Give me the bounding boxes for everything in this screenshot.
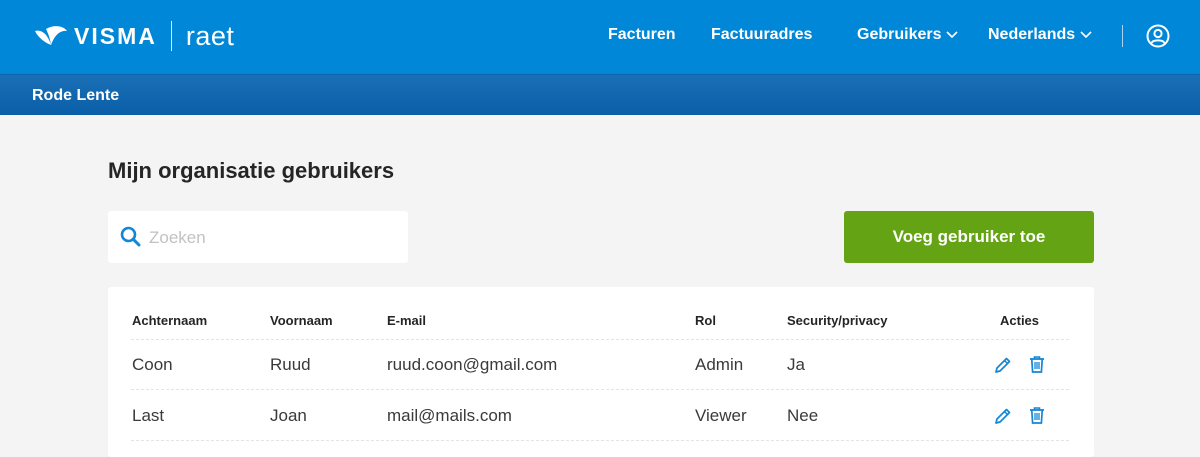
chevron-down-icon [1080,31,1092,39]
pencil-icon[interactable] [994,407,1012,425]
cell-security: Ja [787,355,805,374]
user-circle-icon[interactable] [1146,24,1170,48]
logo-product-text: raet [185,20,235,51]
nav-gebruikers-label: Gebruikers [857,26,942,43]
column-header-acties: Acties [1000,313,1040,328]
chevron-down-icon [946,31,959,39]
column-header-rol: Rol [695,313,716,328]
cell-email: mail@mails.com [387,406,512,425]
organization-bar: Rode Lente [0,74,1200,115]
column-header-voornaam: Voornaam [270,313,333,328]
column-header-email: E-mail [387,313,427,328]
trash-icon[interactable] [1028,406,1046,424]
cell-voornaam: Ruud [270,355,311,374]
nav-factuuradres[interactable]: Factuuradres [711,26,812,44]
logo-divider [170,21,172,51]
row-divider [131,339,1069,340]
nav-language-dropdown[interactable]: Nederlands [988,26,1092,44]
nav-divider [1122,25,1123,47]
row-divider [131,440,1069,441]
nav-facturen-label: Facturen [608,26,676,43]
cell-rol: Admin [695,355,744,374]
column-header-security: Security/privacy [787,313,888,328]
users-table: Achternaam Voornaam E-mail Rol Security/… [108,287,1094,457]
row-divider [131,389,1069,390]
cell-rol: Viewer [695,406,747,425]
cell-achternaam: Coon [132,355,173,374]
trash-icon[interactable] [1028,355,1046,373]
organization-name: Rode Lente [32,87,120,104]
pencil-icon[interactable] [994,356,1012,374]
page-title: Mijn organisatie gebruikers [108,158,395,183]
cell-security: Nee [787,406,819,425]
cell-voornaam: Joan [270,406,307,425]
nav-facturen[interactable]: Facturen [608,26,676,44]
column-header-achternaam: Achternaam [132,313,208,328]
search-input[interactable] [147,221,401,255]
top-navigation-bar: VISMA raet Facturen Factuuradres Gebruik… [0,0,1200,74]
cell-email: ruud.coon@gmail.com [387,355,558,374]
visma-raet-logo[interactable]: VISMA raet [34,16,234,56]
visma-swoosh-icon [35,26,67,45]
logo-visma-text: VISMA [74,22,157,49]
search-icon [120,226,141,247]
nav-language-label: Nederlands [988,26,1076,43]
nav-factuuradres-label: Factuuradres [711,26,813,43]
search-box [108,211,408,263]
cell-achternaam: Last [132,406,165,425]
nav-gebruikers-dropdown[interactable]: Gebruikers [857,26,959,44]
add-user-button[interactable]: Voeg gebruiker toe [844,211,1094,263]
